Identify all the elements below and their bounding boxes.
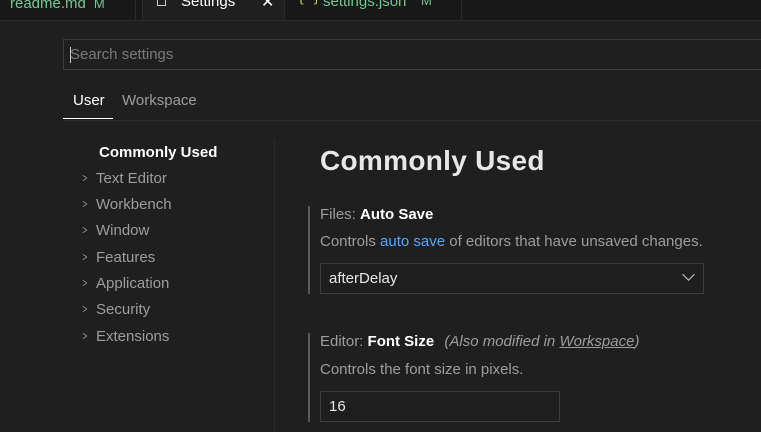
toc-item-label: Application	[96, 274, 170, 292]
toc-item-features[interactable]: > Features	[80, 247, 155, 267]
setting-title-font-size: Editor: Font Size (Also modified in Work…	[320, 333, 639, 350]
close-icon[interactable]: ✕	[261, 0, 274, 12]
toc-item-label: Workbench	[96, 195, 172, 213]
toc-divider	[274, 140, 275, 432]
chevron-right-icon: >	[82, 197, 88, 211]
search-input[interactable]	[70, 40, 750, 69]
font-size-input-box[interactable]	[320, 391, 560, 422]
also-suffix: )	[634, 333, 640, 350]
modified-badge: M	[93, 0, 105, 11]
setting-description-auto-save: Controls auto save of editors that have …	[320, 233, 703, 250]
chevron-right-icon: >	[82, 223, 88, 237]
setting-category: Editor:	[320, 333, 368, 350]
setting-focus-bar	[308, 206, 310, 294]
dropdown-value: afterDelay	[329, 270, 398, 287]
auto-save-dropdown[interactable]: afterDelay	[320, 263, 704, 294]
tab-user-scope[interactable]: User	[73, 92, 105, 109]
toc-item-label: Window	[96, 221, 150, 239]
auto-save-link[interactable]: auto save	[380, 233, 445, 250]
toc-item-label: Security	[96, 300, 151, 318]
toc-item-extensions[interactable]: > Extensions	[80, 326, 169, 346]
setting-focus-bar	[308, 333, 310, 422]
desc-text: of editors that have unsaved changes.	[445, 233, 703, 250]
toc-item-label: Extensions	[96, 327, 170, 345]
toc-item-security[interactable]: > Security	[80, 299, 150, 319]
modified-badge: M	[421, 0, 432, 8]
toc-item-label: Text Editor	[96, 169, 167, 187]
search-settings-box[interactable]	[63, 39, 761, 70]
setting-title-auto-save: Files: Auto Save	[320, 206, 433, 223]
tab-readme[interactable]: readme.md M	[0, 0, 136, 20]
workspace-link[interactable]: Workspace	[559, 333, 634, 350]
tab-settings-json[interactable]: {·} settings.json M	[285, 0, 462, 20]
tab-label: settings.json	[323, 0, 407, 10]
setting-category: Files:	[320, 206, 361, 223]
text-caret	[70, 47, 71, 63]
toc-item-application[interactable]: > Application	[80, 273, 169, 293]
chevron-right-icon: >	[82, 302, 88, 316]
also-modified-note: (Also modified in Workspace)	[444, 333, 639, 350]
tab-settings[interactable]: Settings ✕	[142, 0, 285, 20]
font-size-input[interactable]	[329, 392, 549, 421]
toc-item-label: Features	[96, 248, 156, 266]
toc-item-commonly-used[interactable]: Commonly Used	[99, 142, 217, 162]
chevron-right-icon: >	[82, 329, 88, 343]
toc-item-workbench[interactable]: > Workbench	[80, 194, 172, 214]
chevron-right-icon: >	[82, 171, 88, 185]
editor-tab-bar: readme.md M Settings ✕ {·} settings.json…	[0, 0, 761, 21]
setting-description-font-size: Controls the font size in pixels.	[320, 361, 524, 378]
tab-label: Settings	[181, 0, 236, 10]
tab-label: readme.md	[10, 0, 86, 12]
active-scope-underline	[63, 118, 113, 119]
chevron-right-icon: >	[82, 276, 88, 290]
json-icon: {·}	[297, 0, 320, 6]
section-heading: Commonly Used	[320, 145, 545, 176]
also-prefix: (Also modified in	[444, 333, 560, 350]
setting-name: Font Size	[367, 333, 435, 350]
desc-text: Controls	[320, 233, 381, 250]
file-icon	[157, 0, 166, 6]
tab-workspace-scope[interactable]: Workspace	[122, 92, 197, 109]
scope-divider	[63, 120, 761, 121]
toc-item-text-editor[interactable]: > Text Editor	[80, 168, 167, 188]
toc-item-window[interactable]: > Window	[80, 220, 149, 240]
setting-name: Auto Save	[360, 206, 434, 223]
chevron-right-icon: >	[82, 250, 88, 264]
chevron-down-icon	[682, 268, 695, 281]
